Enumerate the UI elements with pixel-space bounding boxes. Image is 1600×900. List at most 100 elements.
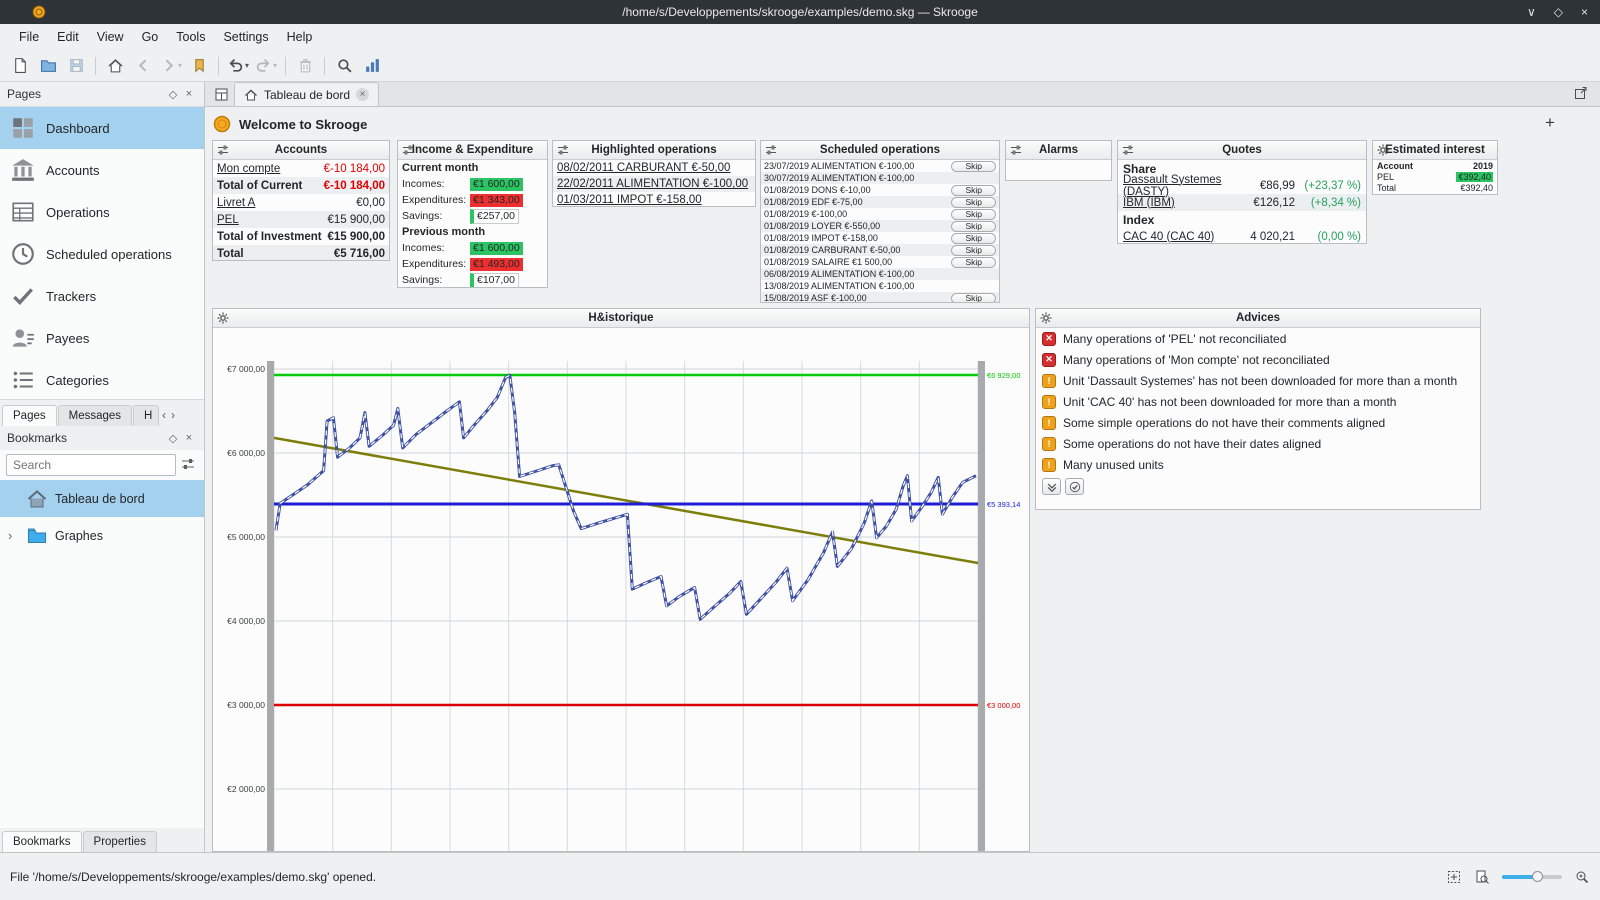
menu-view[interactable]: View bbox=[88, 30, 133, 44]
sidebar-item-trackers[interactable]: Trackers bbox=[0, 275, 204, 317]
alarms-widget-header[interactable]: Alarms bbox=[1006, 141, 1111, 160]
dock-bottom-tab-properties[interactable]: Properties bbox=[83, 831, 157, 852]
zoom-slider-thumb[interactable] bbox=[1532, 871, 1543, 882]
historique-chart[interactable]: €7 000,00€6 000,00€5 000,00€4 000,00€3 0… bbox=[213, 328, 1029, 851]
new-document-button[interactable] bbox=[7, 53, 33, 79]
highlighted-operation-row[interactable]: 08/02/2011 CARBURANT €-50,00 bbox=[553, 160, 755, 176]
chart-button[interactable] bbox=[359, 53, 385, 79]
account-name[interactable]: Livret A bbox=[217, 197, 356, 209]
dock-tab-h[interactable]: H bbox=[133, 405, 159, 426]
bookmark-button[interactable] bbox=[186, 53, 212, 79]
skip-button[interactable]: Skip bbox=[951, 245, 996, 256]
settings-sliders-icon[interactable] bbox=[764, 143, 778, 157]
pin-page-button[interactable] bbox=[210, 83, 232, 105]
advice-item[interactable]: ✕Many operations of 'Mon compte' not rec… bbox=[1036, 349, 1480, 370]
advices-widget-header[interactable]: Advices bbox=[1036, 309, 1480, 328]
settings-sliders-icon[interactable] bbox=[1009, 143, 1023, 157]
skip-button[interactable]: Skip bbox=[951, 209, 996, 220]
skip-button[interactable]: Skip bbox=[951, 221, 996, 232]
account-name[interactable]: PEL bbox=[217, 214, 327, 226]
dock-tabs-scroll-right-icon[interactable]: › bbox=[169, 404, 177, 426]
sidebar-item-dashboard[interactable]: Dashboard bbox=[0, 107, 204, 149]
sidebar-item-label: Accounts bbox=[46, 163, 99, 178]
advice-item[interactable]: !Many unused units bbox=[1036, 454, 1480, 475]
search-input[interactable] bbox=[6, 454, 176, 476]
sidebar-item-payees[interactable]: Payees bbox=[0, 317, 204, 359]
highlighted-operation-row[interactable]: 01/03/2011 IMPOT €-158,00 bbox=[553, 192, 755, 206]
bookmarks-float-button[interactable]: ◇ bbox=[165, 432, 181, 445]
titlebar[interactable]: /home/s/Developpements/skrooge/examples/… bbox=[0, 0, 1600, 24]
home-button[interactable] bbox=[102, 53, 128, 79]
maximize-button[interactable]: ◇ bbox=[1554, 5, 1563, 19]
skip-button[interactable]: Skip bbox=[951, 185, 996, 196]
bookmark-item-graphes[interactable]: ›Graphes bbox=[0, 517, 204, 554]
dock-tabs-scroll-left-icon[interactable]: ‹ bbox=[160, 404, 168, 426]
skip-button[interactable]: Skip bbox=[951, 197, 996, 208]
search-button[interactable] bbox=[331, 53, 357, 79]
skip-button[interactable]: Skip bbox=[951, 233, 996, 244]
historique-widget-header[interactable]: H&istorique bbox=[213, 309, 1029, 328]
income-widget-header[interactable]: Income & Expenditure bbox=[398, 141, 547, 160]
undo-button[interactable]: ▾ bbox=[225, 53, 251, 79]
highlighted-operation-row[interactable]: 22/02/2011 ALIMENTATION €-100,00 bbox=[553, 176, 755, 192]
zoom-slider[interactable] bbox=[1502, 875, 1562, 879]
dock-tab-pages[interactable]: Pages bbox=[2, 405, 57, 426]
quotes-widget-header[interactable]: Quotes bbox=[1118, 141, 1366, 160]
dock-bottom-tab-bookmarks[interactable]: Bookmarks bbox=[2, 831, 82, 852]
gear-icon[interactable] bbox=[1376, 143, 1390, 157]
svg-text:€2 000,00: €2 000,00 bbox=[227, 784, 265, 794]
add-widget-button[interactable]: + bbox=[1540, 113, 1560, 133]
dismiss-all-button[interactable] bbox=[1042, 478, 1061, 495]
menu-help[interactable]: Help bbox=[278, 30, 322, 44]
pages-close-button[interactable]: × bbox=[181, 88, 197, 100]
tab-close-icon[interactable]: × bbox=[356, 88, 369, 101]
quote-name[interactable]: Dassault Systemes (DASTY) bbox=[1123, 174, 1237, 198]
fit-page-button[interactable] bbox=[1446, 869, 1462, 885]
account-name[interactable]: Mon compte bbox=[217, 163, 324, 175]
advice-item[interactable]: ✕Many operations of 'PEL' not reconcilia… bbox=[1036, 328, 1480, 349]
dock-tab-messages[interactable]: Messages bbox=[58, 405, 132, 426]
filter-icon[interactable] bbox=[180, 456, 198, 474]
settings-sliders-icon[interactable] bbox=[1121, 143, 1135, 157]
sidebar-item-categories[interactable]: Categories bbox=[0, 359, 204, 401]
minimize-button[interactable]: ∨ bbox=[1527, 5, 1536, 19]
menu-edit[interactable]: Edit bbox=[48, 30, 88, 44]
advice-item[interactable]: !Unit 'Dassault Systemes' has not been d… bbox=[1036, 370, 1480, 391]
bookmark-item-tableau-de-bord[interactable]: Tableau de bord bbox=[0, 480, 204, 517]
bookmarks-close-button[interactable]: × bbox=[181, 432, 197, 444]
skip-button[interactable]: Skip bbox=[951, 161, 996, 172]
skip-button[interactable]: Skip bbox=[951, 293, 996, 303]
quote-name[interactable]: IBM (IBM) bbox=[1123, 197, 1237, 209]
skip-button[interactable]: Skip bbox=[951, 257, 996, 268]
highlighted-widget-header[interactable]: Highlighted operations bbox=[553, 141, 755, 160]
sidebar-item-scheduled-operations[interactable]: Scheduled operations bbox=[0, 233, 204, 275]
advice-item[interactable]: !Some operations do not have their dates… bbox=[1036, 433, 1480, 454]
pages-float-button[interactable]: ◇ bbox=[165, 88, 181, 101]
open-folder-button[interactable] bbox=[35, 53, 61, 79]
estimated-row-label: Account bbox=[1377, 161, 1473, 171]
advice-item[interactable]: !Unit 'CAC 40' has not been downloaded f… bbox=[1036, 391, 1480, 412]
gear-icon[interactable] bbox=[216, 311, 230, 325]
settings-sliders-icon[interactable] bbox=[401, 143, 415, 157]
quote-name[interactable]: CAC 40 (CAC 40) bbox=[1123, 231, 1237, 243]
menu-settings[interactable]: Settings bbox=[214, 30, 277, 44]
zoom-select-button[interactable] bbox=[1574, 869, 1590, 885]
tab-tableau-de-bord[interactable]: Tableau de bord × bbox=[234, 82, 379, 106]
estimated-widget-header[interactable]: Estimated interest bbox=[1373, 141, 1497, 160]
scheduled-widget-header[interactable]: Scheduled operations bbox=[761, 141, 999, 160]
sidebar-item-accounts[interactable]: Accounts bbox=[0, 149, 204, 191]
settings-sliders-icon[interactable] bbox=[216, 143, 230, 157]
accounts-widget-header[interactable]: Accounts bbox=[213, 141, 389, 160]
apply-advice-button[interactable] bbox=[1065, 478, 1084, 495]
advice-item[interactable]: !Some simple operations do not have thei… bbox=[1036, 412, 1480, 433]
settings-sliders-icon[interactable] bbox=[556, 143, 570, 157]
menu-tools[interactable]: Tools bbox=[167, 30, 214, 44]
sidebar-item-operations[interactable]: Operations bbox=[0, 191, 204, 233]
zoom-original-button[interactable] bbox=[1474, 869, 1490, 885]
menu-file[interactable]: File bbox=[10, 30, 48, 44]
detach-tab-button[interactable] bbox=[1573, 85, 1593, 105]
menu-go[interactable]: Go bbox=[133, 30, 168, 44]
gear-icon[interactable] bbox=[1039, 311, 1053, 325]
expander-icon[interactable]: › bbox=[8, 528, 12, 543]
close-button[interactable]: × bbox=[1581, 5, 1588, 19]
